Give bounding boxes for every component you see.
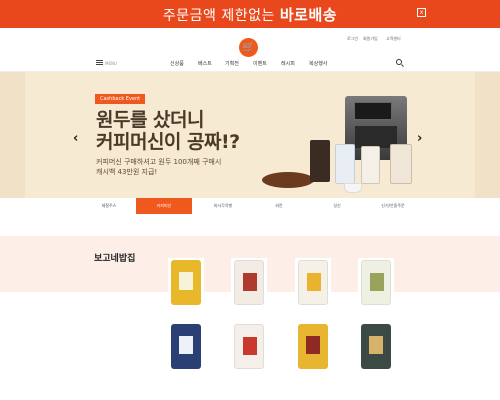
product-card[interactable]: [231, 322, 267, 372]
bag-label: [179, 336, 193, 354]
hero-subline-2: 캐시백 43만원 지급!: [96, 168, 158, 176]
nav-item-best[interactable]: 베스트: [198, 60, 212, 67]
next-arrow-icon[interactable]: ›: [417, 131, 422, 146]
rice-bag-image: [361, 260, 391, 305]
hero-banner[interactable]: Cashback Event 원두를 샀더니 커피머신이 공짜!? 커피머신 구…: [0, 72, 500, 198]
menu-label[interactable]: MENU: [105, 61, 117, 66]
bag-label: [369, 336, 383, 354]
hero-right-edge: [475, 72, 500, 198]
coffee-cup-image: [344, 183, 362, 193]
nav-item-promo[interactable]: 복상행사: [309, 60, 327, 67]
product-card[interactable]: [295, 258, 331, 308]
product-card[interactable]: [168, 258, 204, 308]
prev-arrow-icon[interactable]: ‹: [73, 131, 78, 146]
bag-label: [243, 273, 257, 291]
rice-bag-image: [171, 260, 201, 305]
promo-text-prefix: 주문금액 제한없는: [162, 8, 275, 24]
tab-bread[interactable]: 와사각옥빵: [206, 203, 240, 209]
product-card[interactable]: [231, 258, 267, 308]
cart-logo-icon[interactable]: 🛒: [239, 38, 258, 57]
tab-custom-order[interactable]: 신기/안중주문: [370, 203, 416, 209]
promo-text-bold: 바로배송: [279, 6, 338, 24]
support-link[interactable]: 고객센터: [386, 36, 401, 42]
bag-label: [306, 336, 320, 354]
rice-bag-image: [234, 260, 264, 305]
hero-subline-1: 커피머신 구매하셔고 원두 100개째 구매시: [96, 158, 222, 166]
product-card[interactable]: [168, 322, 204, 372]
close-icon[interactable]: x: [417, 8, 426, 17]
coffee-bag-image: [335, 144, 355, 184]
menu-icon[interactable]: [96, 60, 103, 65]
product-card[interactable]: [358, 258, 394, 308]
bag-label: [179, 272, 193, 290]
coffee-bag-image: [310, 140, 330, 182]
bag-label: [243, 337, 257, 355]
hero-left-edge: [0, 72, 25, 198]
coffee-bag-image: [390, 144, 412, 184]
bag-label: [370, 273, 384, 291]
nav-item-new[interactable]: 신상품: [170, 60, 184, 67]
machine-screen: [354, 102, 392, 120]
rice-bag-image: [361, 324, 391, 369]
nav-item-special[interactable]: 기획전: [225, 60, 239, 67]
nav-item-event[interactable]: 이벤트: [253, 60, 267, 67]
tab-fresh[interactable]: 성신: [328, 203, 346, 209]
rice-bag-image: [298, 260, 328, 305]
coffee-beans-image: [262, 172, 314, 188]
tab-egg[interactable]: 와란: [270, 203, 288, 209]
rice-bag-image: [171, 324, 201, 369]
product-card[interactable]: [358, 322, 394, 372]
tab-juice[interactable]: 제철주스: [96, 203, 122, 209]
nav-item-recipe[interactable]: 레시피: [281, 60, 295, 67]
section-title: 보고네밥집: [94, 254, 136, 264]
bag-label: [307, 273, 321, 291]
tab-coffee-machine[interactable]: 커피머신: [136, 198, 192, 214]
promo-banner[interactable]: 주문금액 제한없는 바로배송 x: [0, 0, 500, 28]
login-link[interactable]: 로그인: [347, 36, 358, 42]
hero-headline-line2: 커피머신이 공짜!?: [96, 131, 240, 153]
coffee-bag-image: [361, 146, 380, 184]
category-tab-bar: [0, 198, 500, 214]
search-icon[interactable]: [396, 59, 402, 65]
rice-bag-image: [298, 324, 328, 369]
cashback-badge: Cashback Event: [95, 94, 146, 104]
signup-link[interactable]: 회원가입: [363, 36, 378, 42]
rice-bag-image: [234, 324, 264, 369]
product-card[interactable]: [295, 322, 331, 372]
